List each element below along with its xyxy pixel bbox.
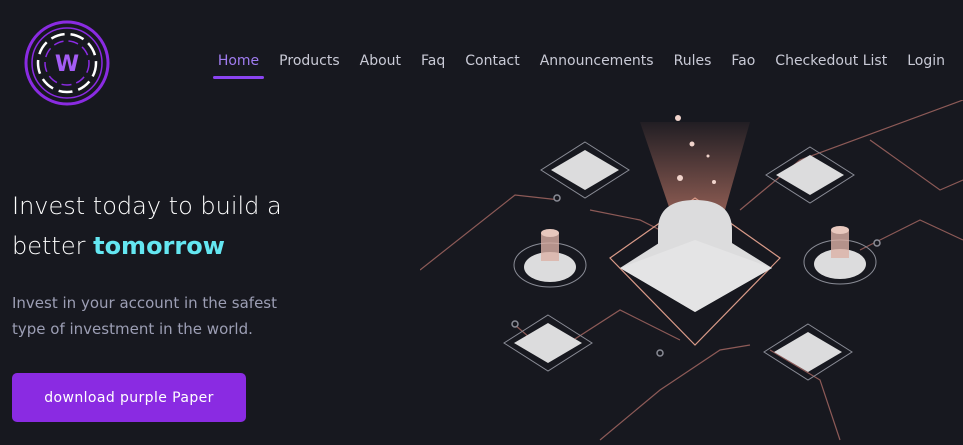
nav-fao[interactable]: Fao (721, 52, 765, 70)
nav-products[interactable]: Products (269, 52, 349, 70)
hero-subtitle: Invest in your account in the safest typ… (12, 294, 278, 338)
light-beam (640, 122, 750, 210)
nav-login[interactable]: Login (897, 52, 955, 70)
hero-title: Invest today to build a better tomorrow (12, 186, 332, 266)
nav-about[interactable]: About (350, 52, 411, 70)
hero-title-accent: tomorrow (93, 232, 225, 260)
site-logo[interactable]: W (24, 20, 110, 106)
nav-announcements[interactable]: Announcements (530, 52, 664, 70)
hero-illustration (420, 100, 963, 441)
nav-rules[interactable]: Rules (664, 52, 722, 70)
nav-checkedout-list[interactable]: Checkedout List (765, 52, 897, 70)
nav-faq[interactable]: Faq (411, 52, 455, 70)
logo-letter: W (55, 52, 79, 77)
main-nav: Home Products About Faq Contact Announce… (212, 52, 955, 79)
download-paper-button[interactable]: download purple Paper (12, 373, 246, 422)
logo-icon: W (24, 20, 110, 106)
nav-home[interactable]: Home (208, 52, 269, 79)
nav-contact[interactable]: Contact (455, 52, 529, 70)
central-platform (609, 197, 781, 346)
page: W Home Products About Faq Contact Announ… (0, 0, 963, 445)
